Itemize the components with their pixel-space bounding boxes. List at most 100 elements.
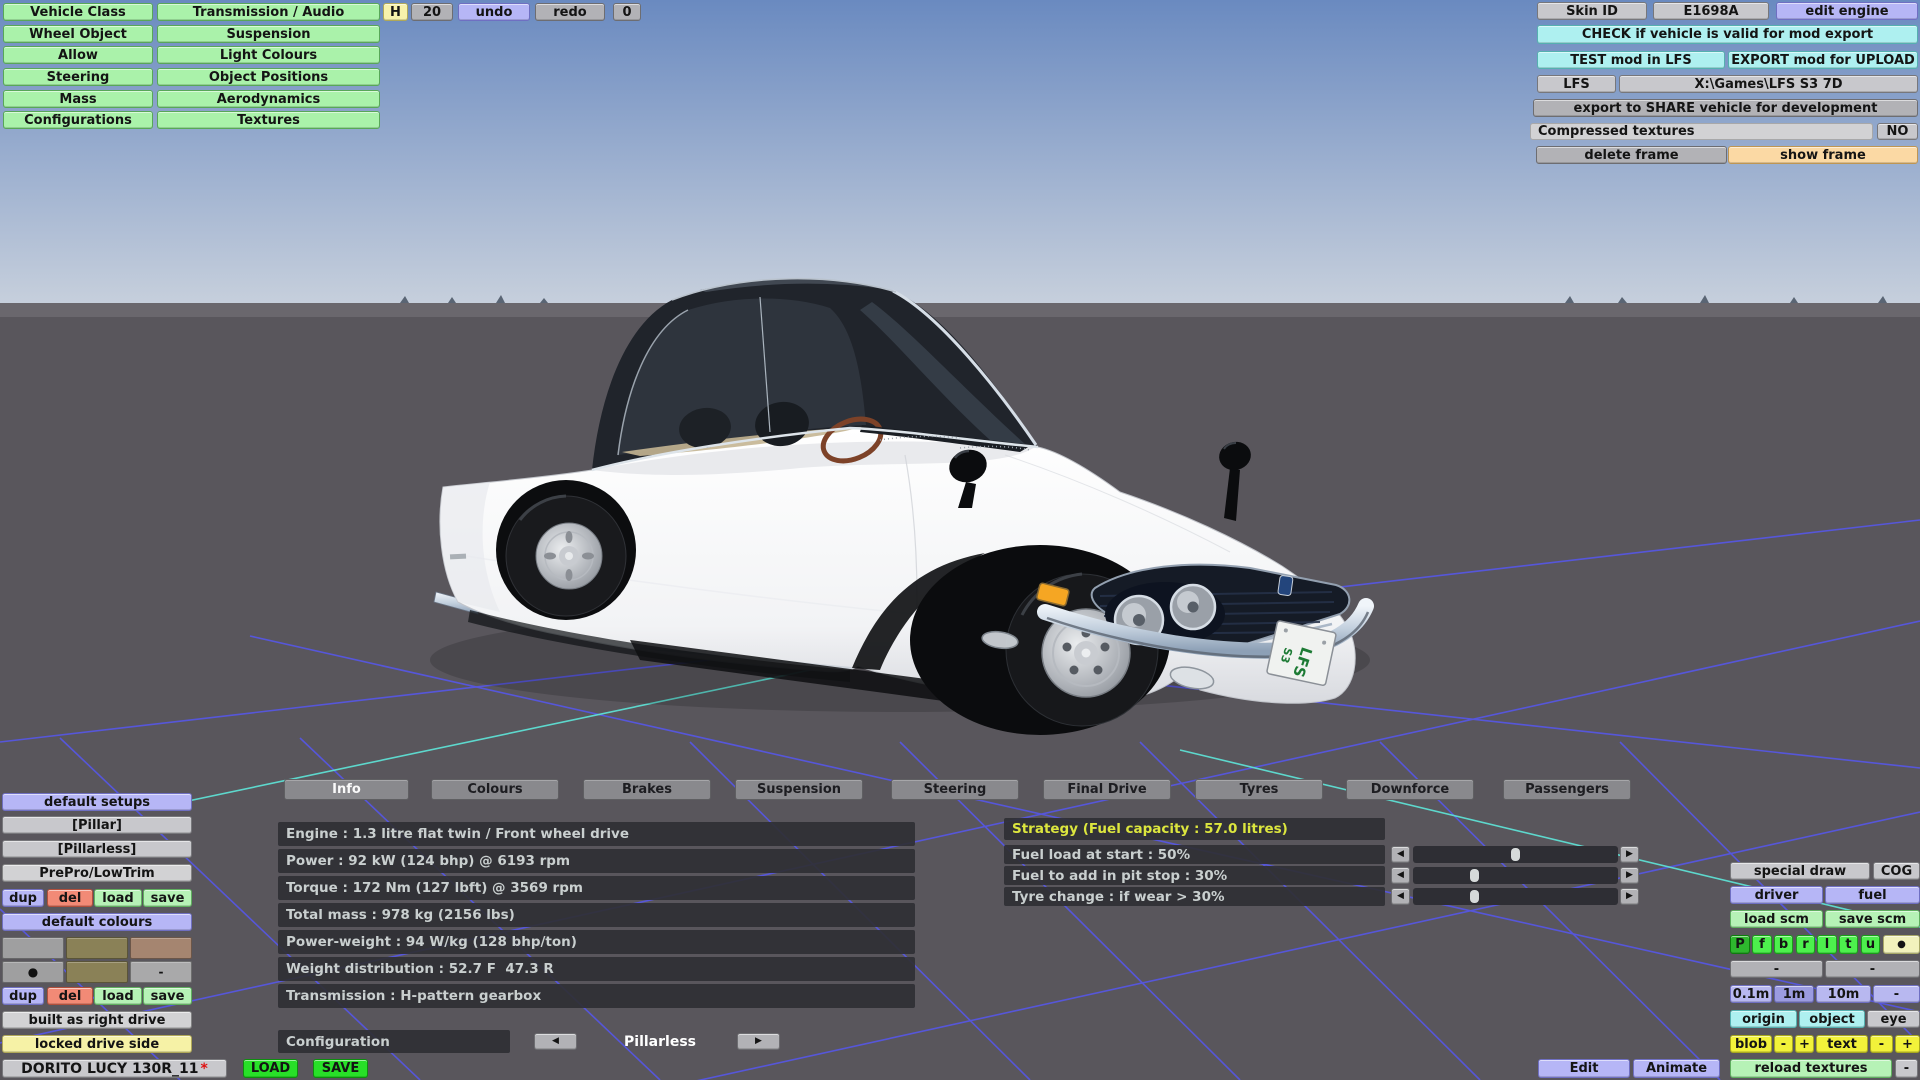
menu-allow[interactable]: Allow	[3, 46, 153, 64]
history-mode-button[interactable]: H	[383, 3, 408, 21]
setup-pillar[interactable]: [Pillar]	[2, 816, 192, 834]
text-plus-button[interactable]: +	[1895, 1035, 1920, 1053]
draw-flag-f[interactable]: f	[1752, 935, 1772, 954]
colour-save-button[interactable]: save	[143, 987, 192, 1005]
view-object-button[interactable]: object	[1799, 1010, 1865, 1028]
menu-vehicle-class[interactable]: Vehicle Class	[3, 3, 153, 21]
reload-textures-button[interactable]: reload textures	[1730, 1059, 1892, 1078]
blob-plus-button[interactable]: +	[1795, 1035, 1814, 1053]
draw-flag-p[interactable]: P	[1730, 935, 1750, 954]
colour-load-button[interactable]: load	[94, 987, 142, 1005]
menu-textures[interactable]: Textures	[157, 111, 380, 129]
fuel-start-slider[interactable]	[1413, 846, 1618, 863]
draw-flag-u[interactable]: u	[1861, 935, 1880, 954]
special-draw-button[interactable]: special draw	[1730, 862, 1870, 880]
tab-steering[interactable]: Steering	[891, 779, 1019, 800]
tab-downforce[interactable]: Downforce	[1346, 779, 1474, 800]
reload-minus-button[interactable]: -	[1895, 1059, 1918, 1078]
fuel-button[interactable]: fuel	[1825, 886, 1920, 904]
draw-flag-t[interactable]: t	[1839, 935, 1858, 954]
setup-load-button[interactable]: load	[94, 889, 142, 907]
text-button[interactable]: text	[1816, 1035, 1868, 1053]
colour-dup-button[interactable]: dup	[2, 987, 44, 1005]
colour-del-button[interactable]: del	[47, 987, 93, 1005]
menu-configurations[interactable]: Configurations	[3, 111, 153, 129]
redo-button[interactable]: redo	[535, 3, 605, 21]
edit-engine-button[interactable]: edit engine	[1776, 2, 1918, 20]
grid-size-1m[interactable]: 1m	[1774, 985, 1814, 1003]
view-origin-button[interactable]: origin	[1730, 1010, 1797, 1028]
slider-decrease-button[interactable]: ◀	[1391, 867, 1410, 884]
driver-button[interactable]: driver	[1730, 886, 1823, 904]
grid-size-01m[interactable]: 0.1m	[1730, 985, 1772, 1003]
grid-size-10m[interactable]: 10m	[1816, 985, 1871, 1003]
setup-del-button[interactable]: del	[47, 889, 93, 907]
grid-size-minus[interactable]: -	[1873, 985, 1920, 1003]
lfs-path-value[interactable]: X:\Games\LFS S3 7D	[1619, 75, 1918, 93]
skin-id-label[interactable]: Skin ID	[1537, 2, 1647, 20]
draw-flag-dot[interactable]: ●	[1883, 935, 1920, 954]
menu-suspension[interactable]: Suspension	[157, 25, 380, 43]
tab-suspension[interactable]: Suspension	[735, 779, 863, 800]
tyre-change-slider[interactable]	[1413, 888, 1618, 905]
menu-wheel-object[interactable]: Wheel Object	[3, 25, 153, 43]
tab-final-drive[interactable]: Final Drive	[1043, 779, 1171, 800]
slider-increase-button[interactable]: ▶	[1620, 867, 1639, 884]
share-vehicle-button[interactable]: export to SHARE vehicle for development	[1533, 99, 1918, 117]
tab-tyres[interactable]: Tyres	[1195, 779, 1323, 800]
slider-decrease-button[interactable]: ◀	[1391, 846, 1410, 863]
animate-mode-button[interactable]: Animate	[1633, 1059, 1720, 1078]
vehicle-name-field[interactable]: DORITO LUCY 130R_11*	[2, 1059, 227, 1078]
blob-button[interactable]: blob	[1730, 1035, 1772, 1053]
setup-prepro-lowtrim[interactable]: PrePro/LowTrim	[2, 864, 192, 882]
undo-button[interactable]: undo	[458, 3, 530, 21]
delete-frame-button[interactable]: delete frame	[1536, 146, 1727, 164]
menu-steering[interactable]: Steering	[3, 68, 153, 86]
setup-save-button[interactable]: save	[143, 889, 192, 907]
lfs-button[interactable]: LFS	[1537, 75, 1616, 93]
colour-swatch-current[interactable]: ●	[2, 961, 64, 983]
tab-passengers[interactable]: Passengers	[1503, 779, 1631, 800]
compressed-textures-toggle[interactable]: NO	[1877, 123, 1918, 140]
history-step-value[interactable]: 20	[411, 3, 453, 21]
draw-flag-r[interactable]: r	[1796, 935, 1815, 954]
menu-aerodynamics[interactable]: Aerodynamics	[157, 90, 380, 108]
default-setups-button[interactable]: default setups	[2, 793, 192, 811]
draw-flag-b[interactable]: b	[1774, 935, 1793, 954]
menu-light-colours[interactable]: Light Colours	[157, 46, 380, 64]
cog-button[interactable]: COG	[1873, 862, 1920, 880]
dash-left-button[interactable]: -	[1730, 960, 1823, 978]
tab-brakes[interactable]: Brakes	[583, 779, 711, 800]
default-colours-button[interactable]: default colours	[2, 913, 192, 931]
slider-increase-button[interactable]: ▶	[1620, 888, 1639, 905]
text-minus-button[interactable]: -	[1870, 1035, 1893, 1053]
edit-mode-button[interactable]: Edit	[1538, 1059, 1630, 1078]
menu-mass[interactable]: Mass	[3, 90, 153, 108]
load-scm-button[interactable]: load scm	[1730, 910, 1823, 928]
slider-increase-button[interactable]: ▶	[1620, 846, 1639, 863]
locked-drive-side-button[interactable]: locked drive side	[2, 1035, 192, 1053]
check-mod-button[interactable]: CHECK if vehicle is valid for mod export	[1537, 25, 1918, 44]
blob-minus-button[interactable]: -	[1774, 1035, 1793, 1053]
colour-swatch[interactable]	[2, 937, 64, 959]
dash-right-button[interactable]: -	[1825, 960, 1920, 978]
save-button[interactable]: SAVE	[313, 1059, 368, 1078]
redo-count[interactable]: 0	[613, 3, 641, 21]
show-frame-button[interactable]: show frame	[1728, 146, 1918, 164]
configuration-prev-button[interactable]: ◀	[534, 1033, 577, 1050]
colour-swatch-minus[interactable]: -	[130, 961, 192, 983]
tab-info[interactable]: Info	[284, 779, 409, 800]
slider-thumb[interactable]	[1470, 869, 1479, 882]
draw-flag-l[interactable]: l	[1817, 935, 1837, 954]
menu-transmission-audio[interactable]: Transmission / Audio	[157, 3, 380, 21]
view-eye-button[interactable]: eye	[1867, 1010, 1920, 1028]
colour-swatch[interactable]	[66, 937, 128, 959]
built-as-right-drive-button[interactable]: built as right drive	[2, 1011, 192, 1029]
skin-id-value[interactable]: E1698A	[1653, 2, 1769, 20]
slider-thumb[interactable]	[1511, 848, 1520, 861]
save-scm-button[interactable]: save scm	[1825, 910, 1920, 928]
test-mod-button[interactable]: TEST mod in LFS	[1537, 51, 1725, 69]
slider-decrease-button[interactable]: ◀	[1391, 888, 1410, 905]
slider-thumb[interactable]	[1470, 890, 1479, 903]
colour-swatch[interactable]	[130, 937, 192, 959]
